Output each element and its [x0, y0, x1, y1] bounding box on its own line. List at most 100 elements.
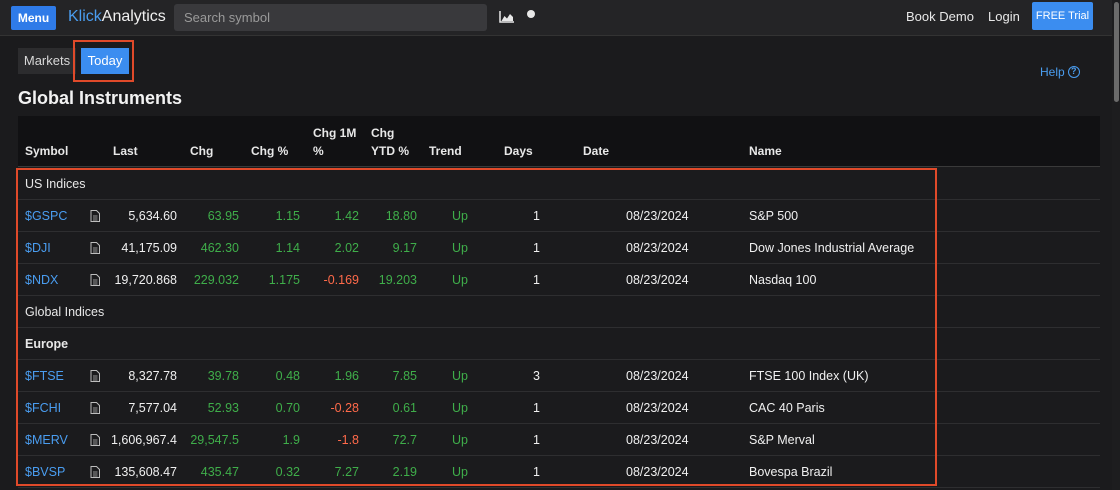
free-trial-button[interactable]: FREE Trial [1032, 2, 1093, 30]
page-title: Global Instruments [18, 88, 183, 108]
chg-value: 63.95 [207, 209, 239, 223]
last-value: 8,327.78 [128, 369, 177, 383]
days-value: 1 [533, 241, 540, 255]
last-value: 135,608.47 [114, 465, 177, 479]
date-value: 08/23/2024 [626, 433, 689, 447]
header-chg-pct[interactable]: Chg % [251, 142, 288, 160]
instrument-name: FTSE 100 Index (UK) [749, 369, 869, 383]
theme-toggle-icon[interactable] [527, 10, 535, 18]
trend-value: Up [452, 433, 468, 447]
header-symbol[interactable]: Symbol [25, 142, 68, 160]
trend-value: Up [452, 273, 468, 287]
book-demo-link[interactable]: Book Demo [906, 9, 974, 24]
subgroup-label: Europe [25, 337, 69, 351]
chg-value: 435.47 [200, 465, 239, 479]
chg-ytd-value: 18.80 [385, 209, 417, 223]
header-name[interactable]: Name [749, 142, 782, 160]
login-link[interactable]: Login [988, 9, 1020, 24]
chg-ytd-value: 9.17 [392, 241, 417, 255]
date-value: 08/23/2024 [626, 273, 689, 287]
trend-value: Up [452, 369, 468, 383]
chg-1m-value: -0.28 [330, 401, 360, 415]
header-chg-1m[interactable]: Chg 1M % [313, 124, 356, 160]
chg-1m-value: 1.96 [334, 369, 359, 383]
table-row: $BVSP 135,608.47 435.47 0.32 7.27 2.19 U… [18, 456, 1100, 488]
header-date[interactable]: Date [583, 142, 609, 160]
chg-ytd-value: 0.61 [392, 401, 417, 415]
trend-value: Up [452, 241, 468, 255]
last-value: 19,720.868 [114, 273, 177, 287]
area-chart-icon[interactable] [499, 10, 515, 23]
instrument-name: Dow Jones Industrial Average [749, 241, 915, 255]
chg-pct-value: 0.32 [275, 465, 300, 479]
top-navigation-bar: Menu KlickAnalytics Book Demo Login FREE… [0, 0, 1120, 36]
group-row-global-indices: Global Indices [18, 296, 1100, 328]
instrument-name: CAC 40 Paris [749, 401, 825, 415]
table-header: Symbol Last Chg Chg % Chg 1M % Chg YTD %… [18, 116, 1100, 167]
chg-value: 52.93 [207, 401, 239, 415]
days-value: 1 [533, 401, 540, 415]
search-input[interactable] [174, 4, 487, 31]
table-row: $NDX 19,720.868 229.032 1.175 -0.169 19.… [18, 264, 1100, 296]
instrument-name: S&P Merval [749, 433, 815, 447]
help-label: Help [1040, 65, 1065, 79]
scrollbar-thumb[interactable] [1114, 2, 1119, 102]
chg-pct-value: 1.175 [268, 273, 300, 287]
header-chg-1m-line2: % [313, 144, 324, 158]
table-row: $FTSE 8,327.78 39.78 0.48 1.96 7.85 Up 3… [18, 360, 1100, 392]
header-last[interactable]: Last [113, 142, 138, 160]
brand-logo[interactable]: KlickAnalytics [68, 7, 166, 27]
date-value: 08/23/2024 [626, 209, 689, 223]
chg-ytd-value: 2.19 [392, 465, 417, 479]
symbol-link[interactable]: $FTSE [25, 360, 64, 392]
symbol-link[interactable]: $FCHI [25, 392, 61, 424]
trend-value: Up [452, 209, 468, 223]
chg-1m-value: -1.8 [337, 433, 359, 447]
trend-value: Up [452, 465, 468, 479]
symbol-link[interactable]: $DJI [25, 232, 51, 264]
date-value: 08/23/2024 [626, 465, 689, 479]
chg-pct-value: 1.15 [275, 209, 300, 223]
tab-markets[interactable]: Markets [18, 48, 76, 74]
header-chg-1m-line1: Chg 1M [313, 126, 357, 140]
chg-ytd-value: 7.85 [392, 369, 417, 383]
header-chg-ytd[interactable]: Chg YTD % [371, 124, 409, 160]
symbol-link[interactable]: $NDX [25, 264, 58, 296]
header-trend[interactable]: Trend [429, 142, 462, 160]
brand-part-2: Analytics [101, 8, 166, 25]
chg-1m-value: 7.27 [334, 465, 359, 479]
group-row-us-indices: US Indices [18, 168, 1100, 200]
chg-1m-value: 1.42 [334, 209, 359, 223]
chg-pct-value: 0.48 [275, 369, 300, 383]
days-value: 1 [533, 209, 540, 223]
group-row-europe: Europe [18, 328, 1100, 360]
last-value: 1,606,967.4 [110, 433, 177, 447]
instrument-name: Nasdaq 100 [749, 273, 817, 287]
group-label: US Indices [25, 177, 86, 191]
chg-pct-value: 1.9 [282, 433, 300, 447]
help-icon: ? [1067, 66, 1080, 78]
symbol-link[interactable]: $GSPC [25, 200, 67, 232]
days-value: 1 [533, 465, 540, 479]
header-days[interactable]: Days [504, 142, 533, 160]
chg-pct-value: 0.70 [275, 401, 300, 415]
symbol-link[interactable]: $MERV [25, 424, 68, 456]
date-value: 08/23/2024 [626, 401, 689, 415]
header-chg[interactable]: Chg [190, 142, 213, 160]
header-chg-ytd-line1: Chg [371, 126, 395, 140]
chg-ytd-value: 19.203 [378, 273, 417, 287]
group-label: Global Indices [25, 305, 105, 319]
chg-1m-value: 2.02 [334, 241, 359, 255]
help-link[interactable]: Help ? [1040, 65, 1080, 79]
table-row: $DJI 41,175.09 462.30 1.14 2.02 9.17 Up … [18, 232, 1100, 264]
chg-value: 462.30 [200, 241, 239, 255]
symbol-link[interactable]: $BVSP [25, 456, 65, 488]
date-value: 08/23/2024 [626, 369, 689, 383]
header-chg-ytd-line2: YTD % [371, 144, 410, 158]
date-value: 08/23/2024 [626, 241, 689, 255]
chg-pct-value: 1.14 [275, 241, 300, 255]
days-value: 1 [533, 273, 540, 287]
menu-button[interactable]: Menu [11, 6, 56, 30]
days-value: 3 [533, 369, 540, 383]
chg-ytd-value: 72.7 [392, 433, 417, 447]
